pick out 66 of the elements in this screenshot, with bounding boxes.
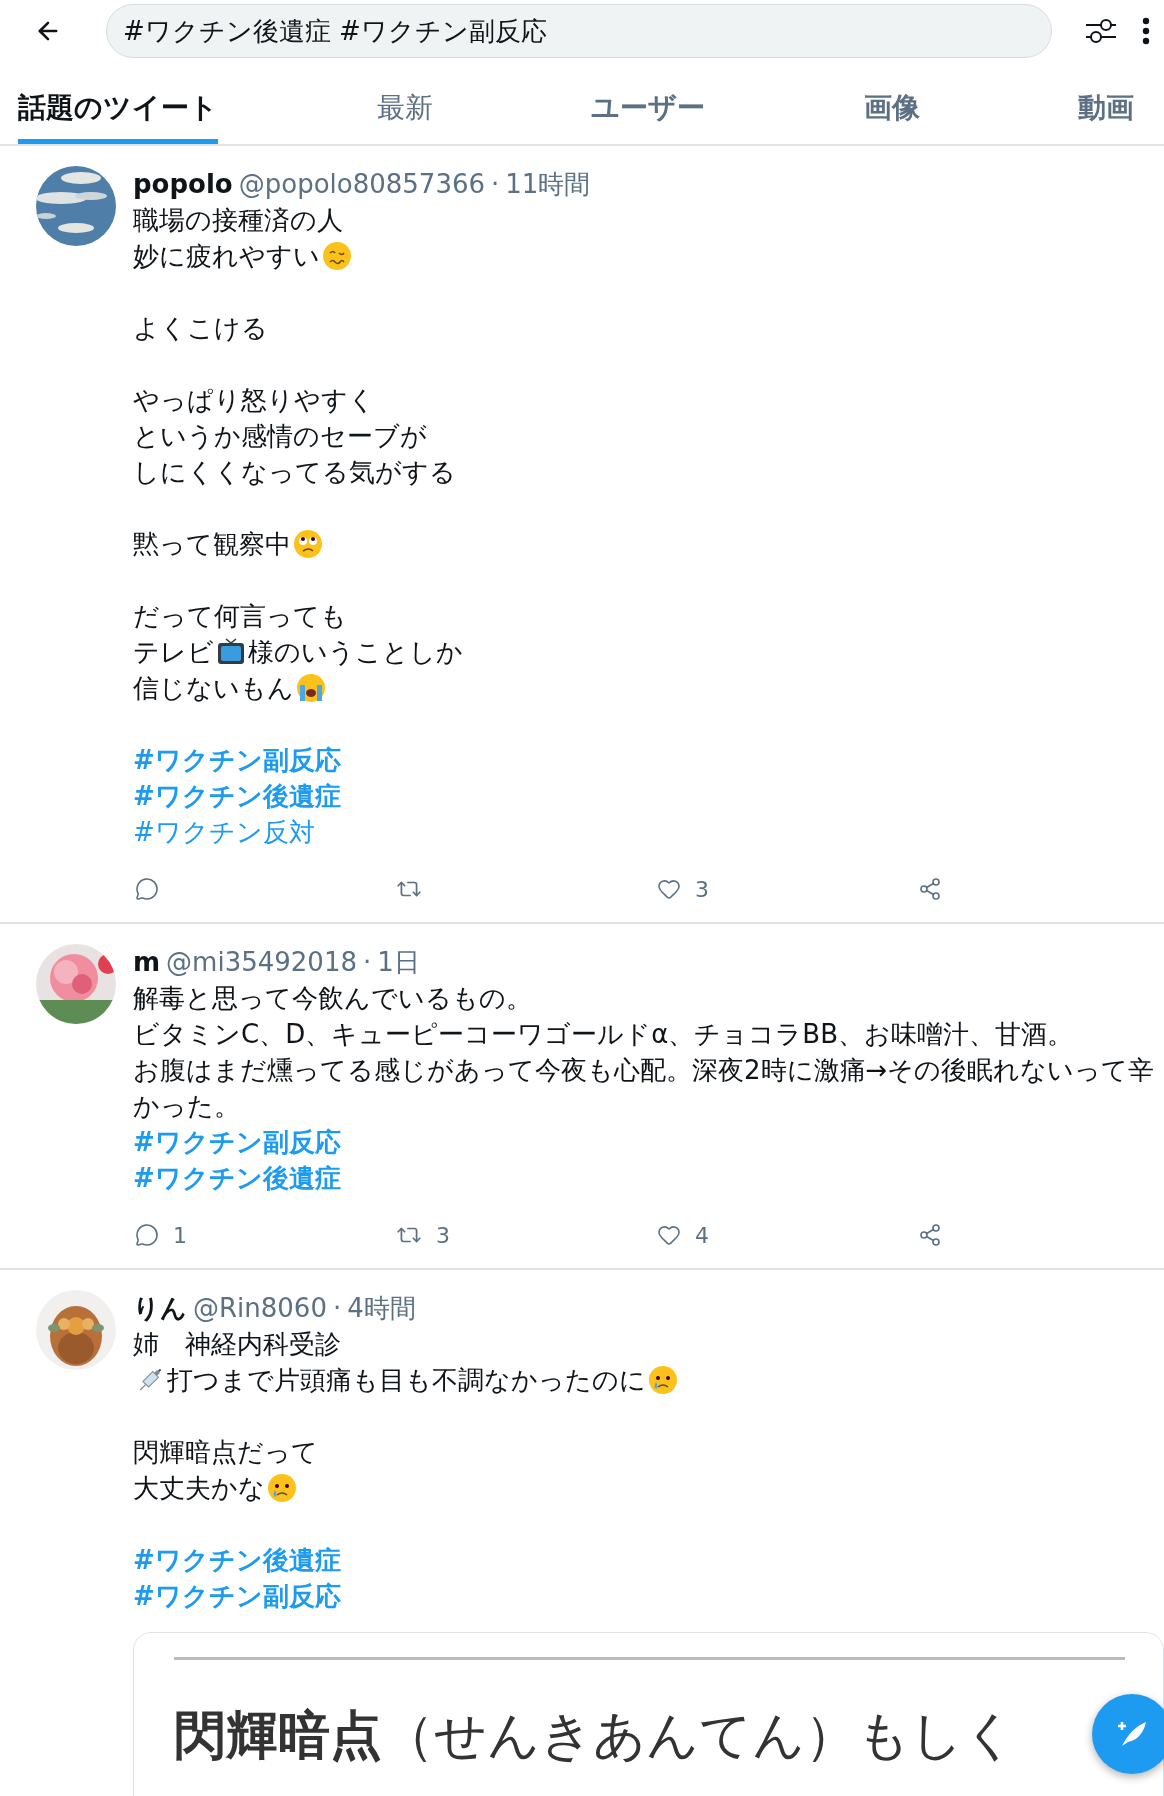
heart-icon <box>657 877 681 901</box>
sliders-icon <box>1084 16 1118 46</box>
tweet-text: だって何言っても <box>133 600 347 633</box>
hashtag-link[interactable]: #ワクチン後遺症 <box>133 778 341 814</box>
reply-icon <box>135 877 159 901</box>
tweet-text: 解毒と思って今飲んでいるもの。 <box>133 982 532 1015</box>
tweet-text: 様のいうことしか <box>248 636 463 669</box>
search-field[interactable]: #ワクチン後遺症 #ワクチン副反応 <box>106 4 1052 58</box>
user-handle: @Rin8060 <box>193 1292 327 1325</box>
tab[interactable]: 話題のツイート <box>18 62 218 144</box>
like-button[interactable]: 3 <box>655 876 709 902</box>
tweet-text: ビタミンC、D、キューピーコーワゴールドα、チョコラBB、お味噌汁、甘酒。 <box>133 1018 1073 1051</box>
tab[interactable]: 最新 <box>376 62 433 144</box>
tweet-time: 11時間 <box>505 168 591 201</box>
compose-button[interactable] <box>1092 1694 1164 1774</box>
tweet-text: 職場の接種済の人 <box>133 204 343 237</box>
more-button[interactable] <box>1142 17 1150 45</box>
crying-face-icon <box>296 673 326 703</box>
hashtag-link[interactable]: #ワクチン後遺症 <box>133 1160 341 1196</box>
tweet-text: 姉 神経内科受診 <box>133 1328 341 1361</box>
separator-dot: · <box>363 946 372 979</box>
tweet-text: テレビ <box>133 636 214 669</box>
user-name: m <box>133 946 161 979</box>
tweet-text: というか感情のセーブが <box>133 420 427 453</box>
tweet-text: 大丈夫かな <box>133 1472 265 1505</box>
user-handle: @popolo80857366 <box>238 168 486 201</box>
card-text: 閃輝暗点（せんきあんてん）もしく <box>174 1704 1016 1767</box>
heart-icon <box>657 1223 681 1247</box>
user-handle: @mi35492018 <box>166 946 357 979</box>
tab[interactable]: 画像 <box>863 62 920 144</box>
share-icon <box>918 1223 942 1247</box>
hashtag-link[interactable]: #ワクチン後遺症 <box>133 1542 341 1578</box>
separator-dot: · <box>491 168 500 201</box>
hashtag-link[interactable]: #ワクチン副反応 <box>133 1124 341 1160</box>
tweet-text: 妙に疲れやすい <box>133 240 320 273</box>
television-icon <box>216 637 246 667</box>
tweet-text: やっぱり怒りやすく <box>133 384 375 417</box>
crying-face-icon <box>267 1473 297 1503</box>
reply-button[interactable] <box>133 877 159 901</box>
hashtag-link[interactable]: #ワクチン副反応 <box>133 742 341 778</box>
share-icon <box>918 877 942 901</box>
tweet-text: 閃輝暗点だって <box>133 1436 318 1469</box>
tab[interactable]: 動画 <box>1078 62 1134 144</box>
user-name: りん <box>133 1292 187 1325</box>
tweet-text: 黙って観察中 <box>133 528 291 561</box>
tweet-text: よくこける <box>133 312 268 345</box>
tweet-text: 信じないもん <box>133 672 294 705</box>
crying-face-icon <box>648 1365 678 1395</box>
retweet-button[interactable]: 3 <box>394 1222 450 1248</box>
filter-button[interactable] <box>1084 16 1118 46</box>
reply-button[interactable]: 1 <box>133 1222 187 1248</box>
tweet-text: 打つまで片頭痛も目も不調なかったのに <box>167 1364 646 1397</box>
tweet-time: 4時間 <box>347 1292 416 1325</box>
reply-icon <box>135 1223 159 1247</box>
like-button[interactable]: 4 <box>655 1222 709 1248</box>
tweet-text: お腹はまだ燻ってる感じがあって今夜も心配。深夜2時に激痛→その後眠れないって辛かった。 <box>133 1054 1156 1123</box>
woozy-face-icon <box>322 241 352 271</box>
tab[interactable]: ユーザー <box>591 62 705 144</box>
user-name: popolo <box>133 168 233 201</box>
hashtag-link[interactable]: #ワクチン反対 <box>133 814 315 850</box>
hashtag-link[interactable]: #ワクチン副反応 <box>133 1578 341 1614</box>
eye-roll-face-icon <box>293 529 323 559</box>
tweet-time: 1日 <box>377 946 420 979</box>
tweet-text: しにくくなってる気がする <box>133 456 456 489</box>
more-icon <box>1142 17 1150 45</box>
separator-dot: · <box>332 1292 342 1325</box>
